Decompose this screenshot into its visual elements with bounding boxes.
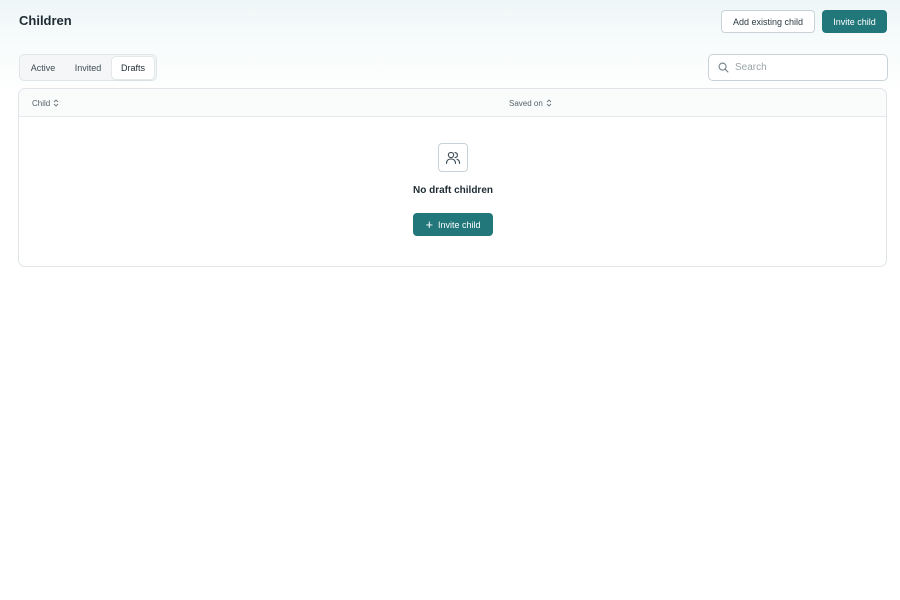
empty-invite-child-label: Invite child <box>438 219 481 230</box>
children-table: Child Saved on No draft children + Invit… <box>18 88 887 267</box>
table-header: Child Saved on <box>19 89 886 117</box>
status-tabs: Active Invited Drafts <box>19 54 157 81</box>
column-header-child[interactable]: Child <box>32 89 59 117</box>
sort-icon <box>53 99 59 107</box>
users-icon <box>438 143 468 172</box>
tab-invited[interactable]: Invited <box>64 57 112 79</box>
column-label: Saved on <box>509 98 543 108</box>
page-title: Children <box>19 13 72 28</box>
tab-active[interactable]: Active <box>22 57 64 79</box>
search-icon <box>718 62 729 73</box>
column-header-saved-on[interactable]: Saved on <box>509 89 552 117</box>
empty-state-title: No draft children <box>412 185 493 196</box>
tab-drafts[interactable]: Drafts <box>112 56 154 79</box>
page: Children Add existing child Invite child… <box>0 0 900 600</box>
invite-child-button[interactable]: Invite child <box>822 10 887 33</box>
sort-icon <box>546 99 552 107</box>
empty-invite-child-button[interactable]: + Invite child <box>413 213 493 236</box>
add-existing-child-button[interactable]: Add existing child <box>721 10 815 33</box>
plus-icon: + <box>425 217 434 232</box>
search-input[interactable] <box>735 62 875 73</box>
search-box[interactable] <box>708 54 888 81</box>
column-label: Child <box>32 98 51 108</box>
